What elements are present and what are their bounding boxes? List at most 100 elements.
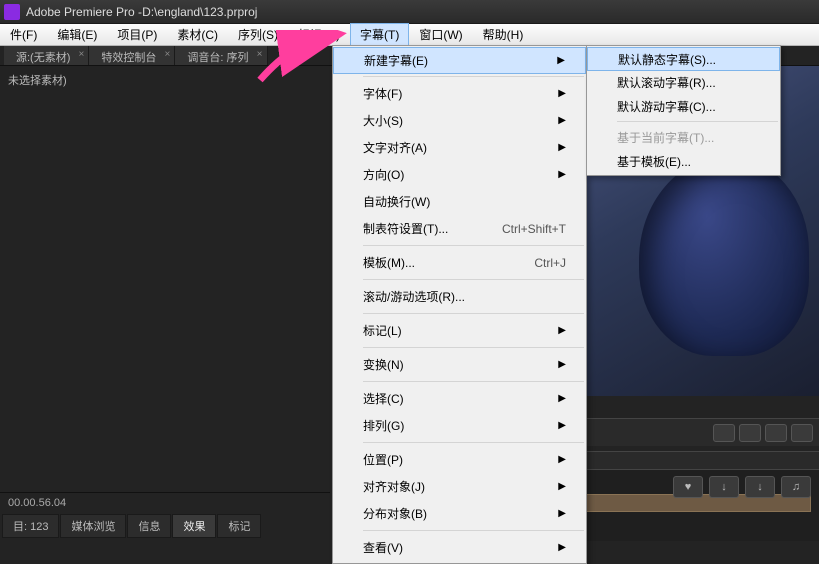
menu-separator: [363, 530, 584, 531]
submenu-arrow-icon: ▶: [558, 325, 566, 336]
dropdown-item-6[interactable]: 制表符设置(T)... Ctrl+Shift+T: [333, 215, 586, 242]
menu-item-5[interactable]: 标记(M): [288, 23, 350, 46]
bottom-tab-0[interactable]: 目: 123: [2, 514, 59, 538]
dropdown-item-10[interactable]: 变换(N) ▶: [333, 351, 586, 378]
submenu-arrow-icon: ▶: [557, 55, 565, 66]
bottom-panel-tabs: 目: 123媒体浏览信息效果标记: [0, 515, 262, 537]
menu-item-7[interactable]: 窗口(W): [409, 23, 472, 46]
submenu-arrow-icon: ▶: [558, 420, 566, 431]
panel-tab-1[interactable]: 特效控制台×: [89, 46, 175, 65]
timeline-button-1[interactable]: ↓: [709, 476, 739, 498]
submenu-item-2[interactable]: 默认游动字幕(C)...: [587, 94, 780, 118]
menu-separator: [363, 347, 584, 348]
menu-separator: [617, 121, 778, 122]
menu-item-8[interactable]: 帮助(H): [473, 23, 534, 46]
title-path: D:\england\123.prproj: [142, 5, 257, 19]
title-app: Adobe Premiere Pro -: [26, 5, 142, 19]
transport-prev-button[interactable]: [713, 424, 735, 442]
submenu-arrow-icon: ▶: [558, 393, 566, 404]
timeline-toolbar: ♥ ↓ ↓ ♫: [673, 476, 811, 498]
bottom-tab-4[interactable]: 标记: [217, 514, 261, 538]
dropdown-item-3[interactable]: 文字对齐(A) ▶: [333, 134, 586, 161]
dropdown-item-11[interactable]: 选择(C) ▶: [333, 385, 586, 412]
submenu-item-1[interactable]: 默认滚动字幕(R)...: [587, 70, 780, 94]
dropdown-item-5[interactable]: 自动换行(W): [333, 188, 586, 215]
menu-item-0[interactable]: 件(F): [0, 23, 47, 46]
dropdown-item-4[interactable]: 方向(O) ▶: [333, 161, 586, 188]
timecode-display: 00.00.56.04: [0, 492, 330, 513]
submenu-arrow-icon: ▶: [558, 142, 566, 153]
menu-label: 自动换行(W): [363, 193, 430, 210]
close-icon[interactable]: ×: [79, 49, 85, 60]
menu-item-2[interactable]: 项目(P): [107, 23, 167, 46]
submenu-arrow-icon: ▶: [558, 169, 566, 180]
shortcut-label: Ctrl+J: [534, 256, 566, 270]
panel-tab-2[interactable]: 调音台: 序列×: [175, 46, 267, 65]
menu-item-3[interactable]: 素材(C): [167, 23, 228, 46]
dropdown-item-12[interactable]: 排列(G)▶: [333, 412, 586, 439]
menu-separator: [363, 279, 584, 280]
menu-label: 分布对象(B): [363, 505, 427, 522]
timeline-button-3[interactable]: ♫: [781, 476, 811, 498]
menu-label: 对齐对象(J): [363, 478, 425, 495]
dropdown-item-16[interactable]: 查看(V) ▶: [333, 534, 586, 561]
menubar: 件(F)编辑(E)项目(P)素材(C)序列(S)标记(M)字幕(T)窗口(W)帮…: [0, 24, 819, 46]
menu-item-6[interactable]: 字幕(T): [350, 23, 409, 46]
dropdown-item-0[interactable]: 新建字幕(E) ▶: [333, 47, 586, 74]
submenu-arrow-icon: ▶: [558, 481, 566, 492]
menu-label: 新建字幕(E): [364, 52, 428, 69]
close-icon[interactable]: ×: [257, 49, 263, 60]
menu-item-4[interactable]: 序列(S): [228, 23, 288, 46]
premiere-icon: [4, 4, 20, 20]
timeline-button-0[interactable]: ♥: [673, 476, 703, 498]
titlebar: Adobe Premiere Pro - D:\england\123.prpr…: [0, 0, 819, 24]
close-icon[interactable]: ×: [165, 49, 171, 60]
menu-label: 方向(O): [363, 166, 404, 183]
menu-label: 变换(N): [363, 356, 404, 373]
bottom-tab-3[interactable]: 效果: [172, 514, 216, 538]
submenu-item-0[interactable]: 默认静态字幕(S)...: [587, 47, 780, 71]
dropdown-item-13[interactable]: 位置(P) ▶: [333, 446, 586, 473]
bottom-tab-1[interactable]: 媒体浏览: [60, 514, 126, 538]
menu-label: 制表符设置(T)...: [363, 220, 448, 237]
bottom-tab-2[interactable]: 信息: [127, 514, 171, 538]
menu-label: 字体(F): [363, 85, 402, 102]
menu-label: 查看(V): [363, 539, 403, 556]
submenu-arrow-icon: ▶: [558, 454, 566, 465]
menu-item-1[interactable]: 编辑(E): [47, 23, 107, 46]
submenu-arrow-icon: ▶: [558, 88, 566, 99]
transport-bar: [584, 418, 819, 446]
submenu-arrow-icon: ▶: [558, 115, 566, 126]
menu-label: 选择(C): [363, 390, 404, 407]
menu-separator: [363, 245, 584, 246]
timeline-button-2[interactable]: ↓: [745, 476, 775, 498]
menu-label: 滚动/游动选项(R)...: [363, 288, 465, 305]
transport-loop-button[interactable]: [791, 424, 813, 442]
menu-label: 模板(M)...: [363, 254, 415, 271]
submenu-item-3: 基于当前字幕(T)...: [587, 125, 780, 149]
title-menu-dropdown: 新建字幕(E) ▶ 字体(F) ▶ 大小(S) ▶ 文字对齐(A) ▶ 方向(O) ▶ 自动换行(W…: [332, 45, 587, 564]
dropdown-item-7[interactable]: 模板(M)... Ctrl+J: [333, 249, 586, 276]
shortcut-label: Ctrl+Shift+T: [502, 222, 566, 236]
menu-separator: [363, 76, 584, 77]
menu-label: 标记(L): [363, 322, 402, 339]
dropdown-item-15[interactable]: 分布对象(B)▶: [333, 500, 586, 527]
transport-next-button[interactable]: [765, 424, 787, 442]
menu-separator: [363, 381, 584, 382]
transport-play-button[interactable]: [739, 424, 761, 442]
dropdown-item-9[interactable]: 标记(L) ▶: [333, 317, 586, 344]
submenu-arrow-icon: ▶: [558, 359, 566, 370]
dropdown-item-14[interactable]: 对齐对象(J) ▶: [333, 473, 586, 500]
dropdown-item-2[interactable]: 大小(S) ▶: [333, 107, 586, 134]
new-title-submenu: 默认静态字幕(S)...默认滚动字幕(R)...默认游动字幕(C)... 基于当前…: [586, 45, 781, 176]
menu-separator: [363, 442, 584, 443]
submenu-item-4[interactable]: 基于模板(E)...: [587, 149, 780, 173]
menu-label: 大小(S): [363, 112, 403, 129]
dropdown-item-8[interactable]: 滚动/游动选项(R)...: [333, 283, 586, 310]
menu-label: 位置(P): [363, 451, 403, 468]
submenu-arrow-icon: ▶: [558, 542, 566, 553]
panel-tab-0[interactable]: 源:(无素材)×: [4, 46, 89, 65]
menu-separator: [363, 313, 584, 314]
dropdown-item-1[interactable]: 字体(F) ▶: [333, 80, 586, 107]
menu-label: 文字对齐(A): [363, 139, 427, 156]
